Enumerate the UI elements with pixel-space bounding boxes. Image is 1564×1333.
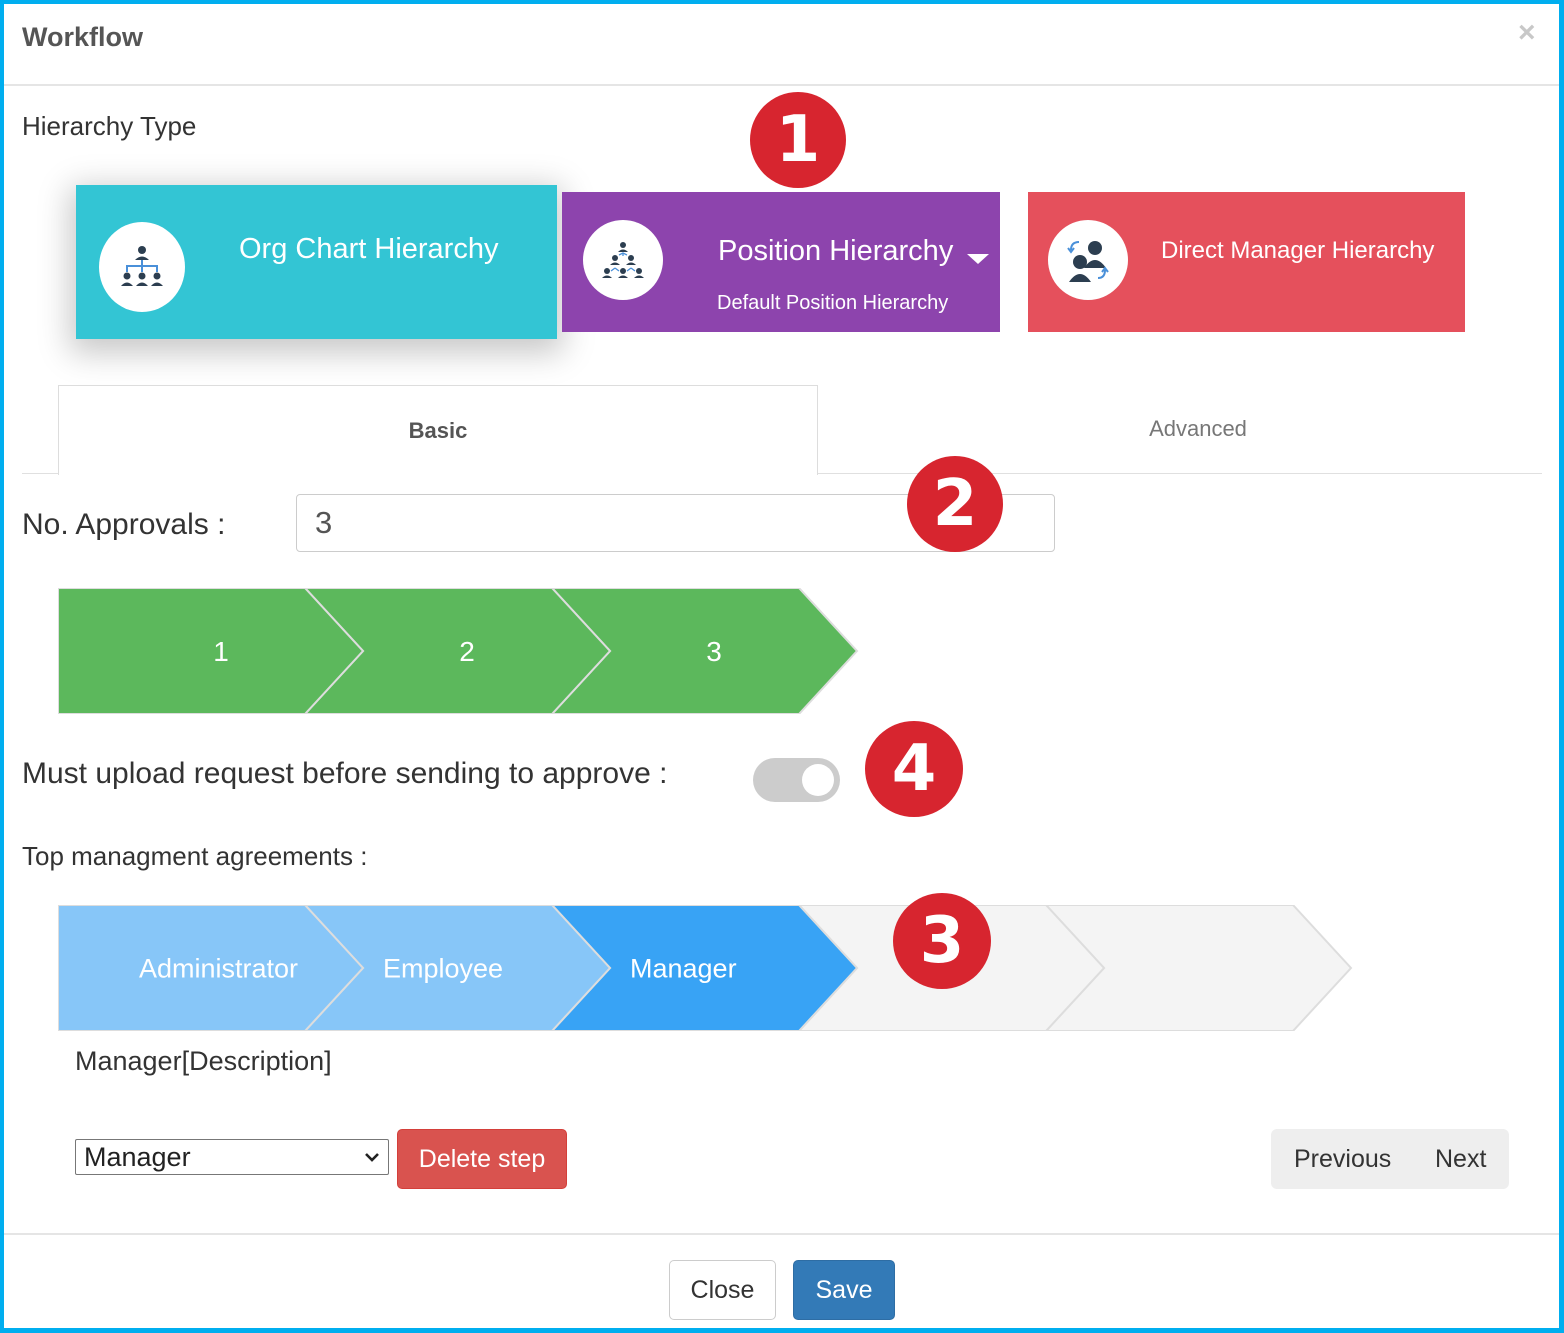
upload-toggle-label: Must upload request before sending to ap… bbox=[22, 757, 668, 790]
card-title: Position Hierarchy bbox=[718, 235, 954, 267]
direct-manager-hierarchy-card[interactable]: Direct Manager Hierarchy bbox=[1028, 192, 1465, 332]
top-management-label: Top managment agreements : bbox=[22, 841, 368, 871]
step-label: 1 bbox=[213, 636, 229, 667]
approval-steps: 3 2 1 bbox=[58, 588, 868, 714]
annotation-badge-3: 3 bbox=[893, 893, 991, 989]
close-icon[interactable]: × bbox=[1518, 18, 1536, 48]
delete-step-button[interactable]: Delete step bbox=[397, 1129, 567, 1189]
previous-button[interactable]: Previous bbox=[1294, 1145, 1391, 1174]
modal-title: Workflow bbox=[22, 22, 143, 52]
select-value: Manager bbox=[84, 1141, 191, 1172]
step-label: Employee bbox=[383, 954, 503, 984]
dropdown-caret-icon[interactable] bbox=[967, 254, 989, 264]
step-label: 3 bbox=[706, 636, 722, 667]
annotation-badge-4: 4 bbox=[865, 721, 963, 817]
annotation-badge-2: 2 bbox=[907, 456, 1003, 552]
header-divider bbox=[4, 84, 1559, 86]
card-subtitle: Default Position Hierarchy bbox=[717, 292, 949, 314]
org-chart-icon bbox=[99, 222, 185, 312]
close-button[interactable]: Close bbox=[669, 1260, 776, 1320]
top-management-steps: Manager Employee Administrator bbox=[58, 905, 1363, 1031]
tab-basic[interactable]: Basic bbox=[58, 385, 818, 475]
tab-advanced[interactable]: Advanced bbox=[818, 385, 1564, 473]
direct-manager-icon bbox=[1048, 220, 1128, 300]
step-label: 2 bbox=[459, 636, 475, 667]
step-description: Manager[Description] bbox=[75, 1046, 332, 1076]
toggle-knob bbox=[802, 764, 834, 796]
footer-divider bbox=[4, 1233, 1559, 1235]
position-hierarchy-icon bbox=[583, 220, 663, 300]
step-label: Administrator bbox=[139, 954, 298, 984]
position-hierarchy-card[interactable]: Position Hierarchy Default Position Hier… bbox=[562, 192, 1000, 332]
annotation-badge-1: 1 bbox=[750, 92, 846, 188]
step-role-select[interactable]: Manager bbox=[75, 1139, 389, 1175]
next-button[interactable]: Next bbox=[1435, 1145, 1486, 1174]
hierarchy-type-label: Hierarchy Type bbox=[22, 111, 197, 141]
upload-toggle[interactable] bbox=[753, 758, 840, 802]
step-label: Manager bbox=[630, 954, 737, 984]
save-button[interactable]: Save bbox=[793, 1260, 895, 1320]
card-title: Direct Manager Hierarchy bbox=[1161, 237, 1435, 264]
org-chart-hierarchy-card[interactable]: Org Chart Hierarchy bbox=[76, 185, 557, 339]
step-chevron[interactable]: 1 bbox=[58, 588, 365, 714]
approvals-label: No. Approvals : bbox=[22, 508, 226, 541]
step-pager: Previous Next bbox=[1271, 1129, 1509, 1189]
card-title: Org Chart Hierarchy bbox=[239, 233, 499, 265]
chevron-down-icon bbox=[365, 1153, 379, 1162]
step-chevron[interactable]: Administrator bbox=[58, 905, 365, 1031]
